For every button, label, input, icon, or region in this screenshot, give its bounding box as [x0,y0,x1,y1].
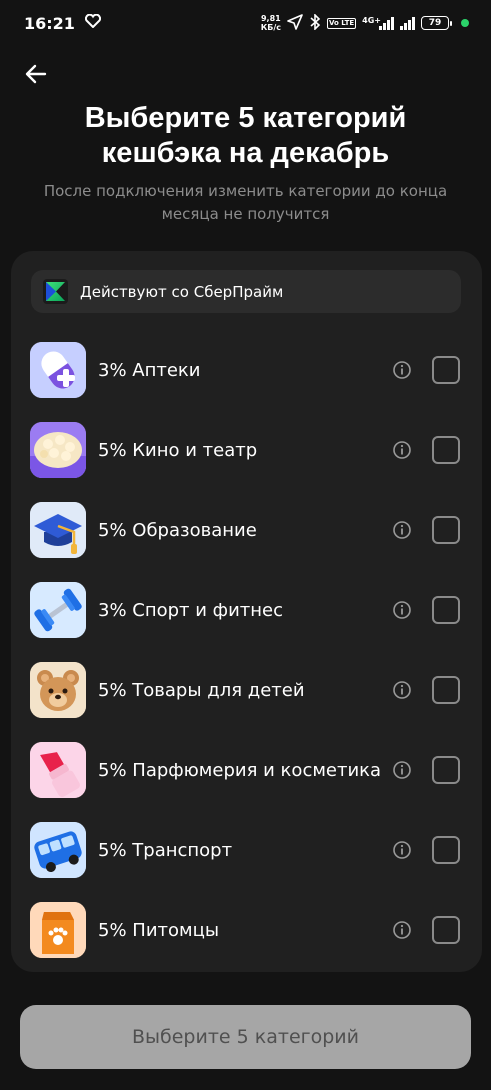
category-label: 3% Аптеки [98,359,201,381]
sberprime-banner: Действуют со СберПрайм [31,270,461,313]
bus-icon [30,822,86,878]
category-row-cinema-theatre[interactable]: 5% Кино и театр [11,410,482,490]
info-icon[interactable] [392,680,412,700]
category-label: 5% Транспорт [98,839,233,861]
category-row-transport[interactable]: 5% Транспорт [11,810,482,890]
signal-strength-icon: 4G+ [362,16,394,30]
status-indicators: 9,81 КБ/с Vo LTE 4G+ 79 [261,12,469,33]
category-checkbox[interactable] [432,676,460,704]
status-bar: 16:21 9,81 КБ/с Vo LTE 4G+ 79 [0,0,491,46]
info-icon[interactable] [392,360,412,380]
category-checkbox[interactable] [432,596,460,624]
arrow-left-icon [25,64,47,84]
category-row-kids-goods[interactable]: 5% Товары для детей [11,650,482,730]
pet-food-bag-icon [30,902,86,958]
category-checkbox[interactable] [432,836,460,864]
privacy-indicator-dot [461,19,469,27]
battery-icon: 79 [421,16,452,30]
teddy-bear-icon [30,662,86,718]
category-label: 5% Товары для детей [98,679,305,701]
network-speed-unit: КБ/с [260,23,282,32]
category-checkbox[interactable] [432,916,460,944]
category-row-education[interactable]: 5% Образование [11,490,482,570]
category-label: 5% Парфюмерия и косметика [98,759,382,781]
category-label: 5% Кино и театр [98,439,258,461]
category-label: 3% Спорт и фитнес [98,599,283,621]
category-checkbox[interactable] [432,436,460,464]
popcorn-icon [30,422,86,478]
page-title: Выберите 5 категорий кешбэка на декабрь [84,102,407,169]
category-checkbox[interactable] [432,356,460,384]
sberprime-logo-icon [43,279,68,304]
network-speed: 9,81 КБ/с [261,14,281,32]
bluetooth-icon [309,12,321,33]
page-subtitle: После подключения изменить категории до … [43,182,448,223]
dumbbell-icon [30,582,86,638]
back-button[interactable] [20,58,52,90]
submit-button[interactable]: Выберите 5 категорий [20,1005,471,1069]
category-label: 5% Питомцы [98,919,220,941]
info-icon[interactable] [392,760,412,780]
category-row-pets[interactable]: 5% Питомцы [11,890,482,970]
category-row-sport-fitness[interactable]: 3% Спорт и фитнес [11,570,482,650]
graduation-cap-icon [30,502,86,558]
category-checkbox[interactable] [432,756,460,784]
info-icon[interactable] [392,920,412,940]
categories-card: Действуют со СберПрайм 3% Аптеки 5% Кино… [11,251,482,972]
info-icon[interactable] [392,520,412,540]
category-list: 3% Аптеки 5% Кино и театр 5% Образование… [11,330,482,970]
volte-badge: Vo LTE [327,17,357,29]
info-icon[interactable] [392,600,412,620]
category-checkbox[interactable] [432,516,460,544]
heart-notification-icon [84,13,101,32]
info-icon[interactable] [392,440,412,460]
category-row-perfume-cosmetics[interactable]: 5% Парфюмерия и косметика [11,730,482,810]
network-type: 4G+ [362,16,381,25]
network-speed-value: 9,81 [260,14,281,23]
location-arrow-icon [287,13,303,33]
signal-strength-2-icon [400,16,415,30]
battery-level: 79 [428,18,442,28]
category-row-pharmacy[interactable]: 3% Аптеки [11,330,482,410]
info-icon[interactable] [392,840,412,860]
status-time: 16:21 [24,13,75,33]
lipstick-icon [30,742,86,798]
pill-icon [30,342,86,398]
category-label: 5% Образование [98,519,257,541]
sberprime-label: Действуют со СберПрайм [80,282,284,301]
